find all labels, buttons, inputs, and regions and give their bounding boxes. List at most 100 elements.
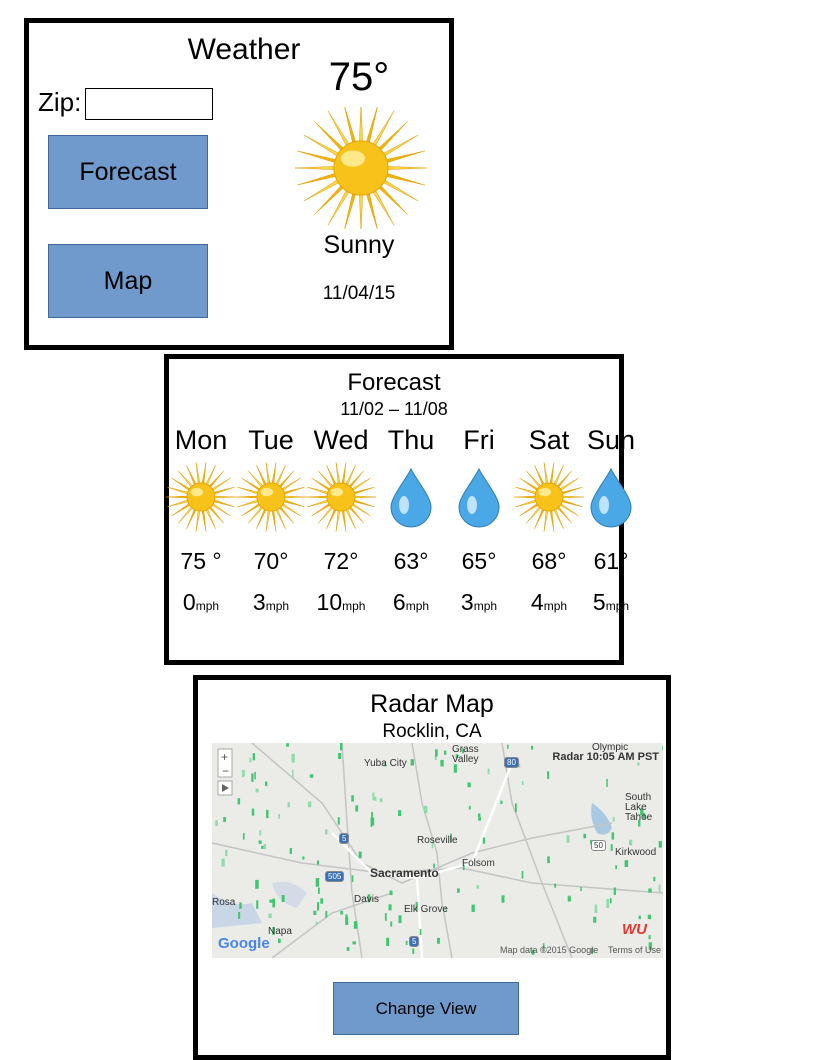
radar-blob xyxy=(440,759,444,767)
radar-blob xyxy=(316,860,320,865)
radar-blob xyxy=(337,817,340,825)
radar-blob xyxy=(254,771,256,780)
raindrop-highlight xyxy=(399,496,409,514)
radar-blob xyxy=(515,803,517,813)
radar-blob xyxy=(606,778,608,787)
radar-blob xyxy=(317,902,320,911)
wind-unit: mph xyxy=(195,599,220,613)
radar-map[interactable]: + − Radar 10:05 AM PST Grass Valley Yuba … xyxy=(212,743,663,958)
radar-blob xyxy=(653,876,656,882)
radar-blob xyxy=(272,898,276,908)
day-temperature: 75 ° xyxy=(180,548,222,574)
day-wind: 4mph xyxy=(514,589,584,616)
radar-blob xyxy=(419,929,422,936)
raindrop-highlight xyxy=(467,496,477,514)
sun-ray xyxy=(384,166,428,170)
radar-blob xyxy=(593,916,597,923)
map-button[interactable]: Map xyxy=(48,244,208,318)
sun-ray xyxy=(213,495,236,499)
radar-blob xyxy=(610,898,612,904)
radar-blob xyxy=(268,913,272,919)
day-wind: 0mph xyxy=(166,589,236,616)
highway-shield: 5 xyxy=(339,833,350,844)
sun-ray xyxy=(543,462,549,485)
wind-unit: mph xyxy=(605,599,630,613)
sun-ray xyxy=(341,509,347,532)
sun-ray xyxy=(265,509,271,532)
zip-input[interactable] xyxy=(85,88,213,120)
sun-icon xyxy=(166,462,236,532)
forecast-day-thu: Thu 63° 6mph xyxy=(376,425,446,635)
wind-value: 3 xyxy=(460,589,474,615)
radar-blob xyxy=(567,896,571,902)
raindrop-icon xyxy=(458,467,500,528)
radar-title: Radar Map xyxy=(370,690,494,718)
wind-unit: mph xyxy=(405,599,430,613)
sun-ray xyxy=(294,166,338,170)
highway-shield: 5 xyxy=(409,936,420,947)
radar-blob xyxy=(351,875,354,883)
radar-blob xyxy=(386,937,390,946)
forecast-button[interactable]: Forecast xyxy=(48,135,208,209)
radar-blob xyxy=(594,904,598,913)
radar-blob xyxy=(658,841,662,848)
radar-blob xyxy=(658,884,661,892)
map-data-credit: Map data ©2015 Google xyxy=(500,945,599,955)
terms-link[interactable]: Terms of Use xyxy=(608,945,661,955)
radar-blob xyxy=(477,813,481,817)
map-place-label: South Lake Tahoe xyxy=(625,792,653,823)
zoom-out-icon[interactable]: − xyxy=(222,764,229,778)
day-label: Sat xyxy=(528,425,570,455)
sun-highlight xyxy=(538,487,552,497)
sun-ray xyxy=(278,470,295,489)
sun-ray xyxy=(208,505,225,524)
radar-blob xyxy=(315,921,318,925)
map-place-label: Roseville xyxy=(417,835,458,846)
map-place-label: Olympic xyxy=(592,743,629,753)
raindrop-shape xyxy=(590,467,632,528)
forecast-title: Forecast xyxy=(347,369,441,396)
radar-location: Rocklin, CA xyxy=(382,721,482,742)
sun-ray xyxy=(177,470,194,489)
sun-core xyxy=(326,482,356,512)
radar-blob xyxy=(615,865,617,870)
map-place-label: Kirkwood xyxy=(615,847,657,858)
forecast-button-label: Forecast xyxy=(79,157,177,186)
forecast-day-tue: Tue 70° 3mph xyxy=(236,425,306,635)
radar-blob xyxy=(370,817,375,826)
radar-blob xyxy=(624,860,629,867)
radar-blob xyxy=(547,856,550,864)
radar-blob xyxy=(278,938,281,944)
change-view-button[interactable]: Change View xyxy=(333,982,519,1035)
radar-blob xyxy=(476,885,479,889)
radar-blob xyxy=(325,911,328,918)
radar-blob xyxy=(318,887,320,894)
day-temperature: 72° xyxy=(323,548,359,574)
sun-ray xyxy=(543,509,549,532)
radar-blob xyxy=(315,878,319,887)
map-place-label: Napa xyxy=(268,926,292,937)
map-place-label: Davis xyxy=(354,894,380,905)
radar-blob xyxy=(611,832,615,840)
radar-blob xyxy=(500,800,503,805)
radar-blob xyxy=(353,921,358,929)
zoom-in-icon[interactable]: + xyxy=(221,750,228,764)
highway-shield: 80 xyxy=(504,757,519,768)
day-temperature: 63° xyxy=(393,548,429,574)
radar-blob xyxy=(453,764,457,773)
radar-blob xyxy=(388,904,392,911)
wind-value: 5 xyxy=(592,589,606,615)
wind-unit: mph xyxy=(265,599,290,613)
radar-blob xyxy=(580,886,582,892)
forecast-panel: Forecast 11/02 – 11/08 Mon 75 ° 0mph Tue 70°… xyxy=(164,354,635,665)
day-label: Fri xyxy=(463,425,495,455)
radar-blob xyxy=(215,820,218,826)
sun-core xyxy=(333,140,389,196)
radar-blob xyxy=(338,753,342,759)
radar-blob xyxy=(648,888,652,893)
raindrop-highlight xyxy=(599,496,609,514)
change-view-button-label: Change View xyxy=(375,998,477,1018)
radar-blob xyxy=(398,915,402,924)
radar-blob xyxy=(487,768,490,775)
radar-blob xyxy=(435,749,438,757)
